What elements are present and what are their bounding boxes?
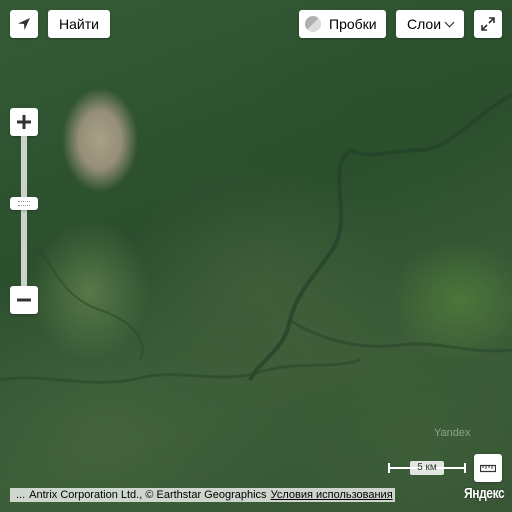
arrow-icon (18, 18, 30, 30)
river (0, 358, 361, 384)
ruler-icon (480, 464, 496, 473)
layers-button[interactable]: Слои (396, 10, 464, 38)
zoom-slider-handle[interactable] (10, 197, 38, 210)
river (289, 318, 512, 353)
copyright-more[interactable]: ... (12, 488, 29, 502)
expand-icon (481, 17, 495, 31)
map-watermark: Yandex (434, 427, 471, 439)
ruler-button[interactable] (474, 454, 502, 482)
traffic-circle-icon (305, 16, 321, 32)
copyright-text: Antrix Corporation Ltd., © Earthstar Geo… (29, 489, 267, 501)
traffic-button[interactable]: Пробки (299, 10, 386, 38)
chevron-down-icon (444, 17, 455, 27)
terms-link[interactable]: Условия использования (271, 488, 393, 502)
river (248, 93, 512, 381)
zoom-in-button[interactable] (10, 108, 38, 136)
layers-button-label: Слои (406, 16, 442, 32)
traffic-button-label: Пробки (329, 16, 377, 32)
grip-icon (18, 201, 30, 206)
find-button[interactable]: Найти (48, 10, 110, 38)
zoom-out-button[interactable] (10, 286, 38, 314)
plus-icon (17, 115, 31, 129)
fullscreen-button[interactable] (474, 10, 502, 38)
zoom-slider-track[interactable] (21, 136, 27, 286)
yandex-logo[interactable]: Яндекс (464, 485, 505, 502)
scale-bar: 5 км (388, 461, 466, 475)
geolocation-button[interactable] (10, 10, 38, 38)
copyright-bar: ... Antrix Corporation Ltd., © Earthstar… (10, 488, 395, 502)
minus-icon (17, 298, 31, 302)
find-button-label: Найти (59, 16, 99, 32)
river (39, 249, 144, 361)
scale-label: 5 км (410, 461, 444, 475)
